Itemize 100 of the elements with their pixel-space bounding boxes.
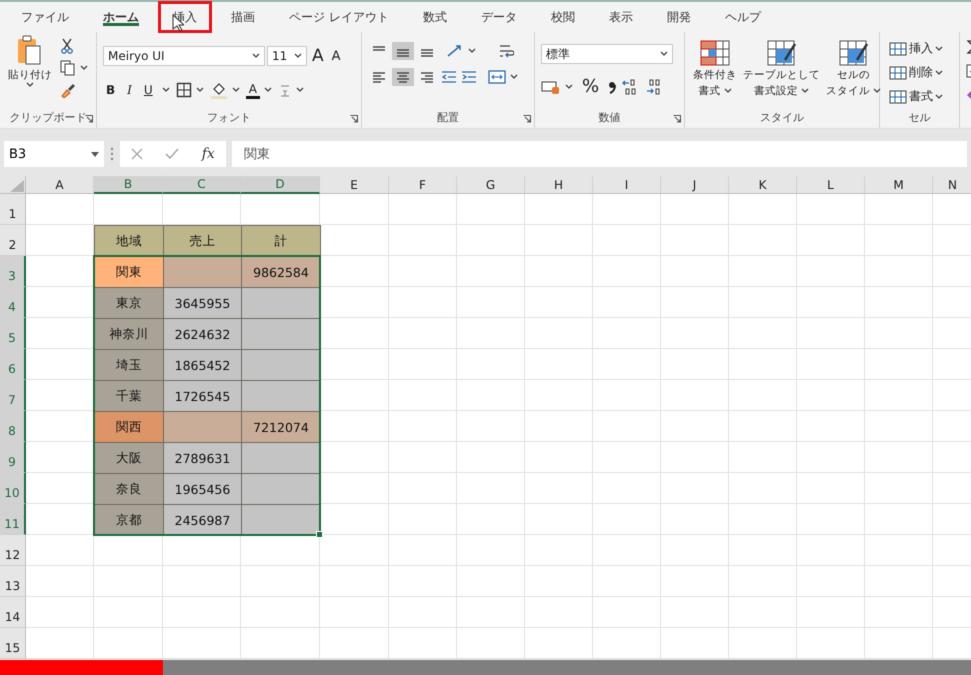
caret-icon — [232, 86, 240, 92]
table-cell: 9862584 — [241, 256, 321, 288]
italic-button[interactable]: I — [124, 80, 135, 98]
align-center-icon[interactable] — [392, 68, 414, 86]
column-header[interactable]: A — [26, 176, 94, 194]
caret-icon — [935, 70, 943, 76]
style-button[interactable]: 条件付き 書式 — [691, 40, 739, 108]
insert-function-button[interactable]: fx — [202, 146, 215, 162]
column-header[interactable]: C — [163, 176, 241, 194]
caret-icon — [935, 46, 943, 52]
increase-indent-icon[interactable] — [460, 70, 478, 84]
table-cell: 計 — [241, 225, 321, 257]
shrink-font-button[interactable]: A — [328, 46, 344, 66]
dropdown-icon[interactable] — [91, 152, 99, 156]
column-header[interactable]: J — [661, 176, 729, 194]
grow-font-button[interactable]: A — [309, 44, 327, 68]
row-header[interactable]: 13 — [0, 566, 26, 597]
decrease-indent-icon[interactable] — [440, 70, 458, 84]
percent-button[interactable]: % — [579, 74, 602, 99]
align-middle-icon[interactable] — [392, 42, 414, 60]
table-cell: 関東 — [94, 256, 164, 288]
dialog-launcher-icon[interactable] — [85, 115, 93, 123]
dialog-launcher-icon[interactable] — [350, 115, 358, 123]
row-header[interactable]: 9 — [0, 442, 26, 473]
caret-icon — [801, 88, 809, 94]
font-color-button[interactable]: A — [246, 80, 260, 99]
copy-icon[interactable] — [60, 60, 76, 76]
row-header[interactable]: 11 — [0, 504, 26, 535]
dialog-launcher-icon[interactable] — [523, 115, 531, 123]
caret-icon — [660, 51, 668, 57]
table-cell: 京都 — [94, 504, 164, 536]
caret-icon — [468, 48, 476, 54]
row-header[interactable]: 12 — [0, 535, 26, 566]
row-header[interactable]: 3 — [0, 256, 26, 287]
table-cell: 埼玉 — [94, 349, 164, 381]
caret-icon — [196, 86, 204, 92]
ribbon-tab[interactable]: 表示 — [594, 3, 648, 31]
underline-button[interactable]: U — [140, 80, 156, 98]
column-header[interactable]: G — [457, 176, 525, 194]
dialog-launcher-icon[interactable] — [673, 115, 681, 123]
column-header[interactable]: D — [241, 176, 320, 194]
column-header[interactable]: N — [933, 176, 971, 194]
merge-center-icon[interactable] — [488, 69, 506, 85]
table-cell: 神奈川 — [94, 318, 164, 350]
ribbon-tab[interactable]: ファイル — [6, 3, 84, 31]
ribbon-tab[interactable]: ページ レイアウト — [274, 3, 404, 31]
row-header[interactable]: 2 — [0, 225, 26, 256]
fill-handle[interactable] — [316, 531, 323, 538]
column-header[interactable]: H — [525, 176, 593, 194]
fill-color-icon[interactable] — [210, 80, 228, 98]
row-header[interactable]: 10 — [0, 473, 26, 504]
column-header[interactable]: B — [94, 176, 163, 194]
table-cell: 1965456 — [163, 473, 242, 505]
row-header[interactable]: 4 — [0, 287, 26, 318]
ribbon-tab[interactable]: データ — [466, 3, 532, 31]
border-icon[interactable] — [176, 82, 192, 98]
font-size-field[interactable]: 11 — [267, 46, 307, 66]
row-header[interactable]: 14 — [0, 597, 26, 628]
column-header[interactable]: I — [593, 176, 661, 194]
table-cell: 東京 — [94, 287, 164, 319]
style-button[interactable]: テーブルとして 書式設定 — [741, 40, 822, 108]
format-painter-icon[interactable] — [60, 82, 76, 98]
comma-style-icon[interactable] — [608, 80, 616, 94]
group-label: 配置 — [437, 110, 459, 126]
column-header[interactable]: F — [389, 176, 457, 194]
column-header[interactable]: L — [797, 176, 865, 194]
caret-icon — [26, 82, 34, 88]
cell-action-button[interactable]: 削除 — [886, 62, 953, 83]
number-format-field[interactable]: 標準 — [541, 44, 673, 64]
ribbon-tab[interactable]: ホーム — [88, 3, 154, 31]
ribbon-tab[interactable]: 校閲 — [536, 3, 590, 31]
ribbon-tab[interactable]: 描画 — [216, 3, 270, 31]
name-box[interactable]: B3 — [4, 141, 104, 167]
caret-icon — [510, 74, 518, 80]
row-header[interactable]: 15 — [0, 628, 26, 659]
formula-field[interactable]: 関東 — [232, 141, 967, 167]
font-name-field[interactable]: Meiryo UI — [103, 46, 265, 66]
table-brush-icon — [838, 40, 868, 66]
ribbon-tab[interactable]: 開発 — [652, 3, 706, 31]
row-header[interactable]: 6 — [0, 349, 26, 380]
orientation-icon[interactable] — [446, 43, 464, 59]
currency-icon[interactable] — [541, 78, 561, 94]
column-header[interactable]: K — [729, 176, 797, 194]
cut-icon[interactable] — [60, 38, 74, 54]
cell-action-button[interactable]: 挿入 — [886, 38, 953, 59]
row-header[interactable]: 8 — [0, 411, 26, 442]
table-cell: 地域 — [94, 225, 164, 257]
cell-action-button[interactable]: 書式 — [886, 86, 953, 107]
caret-icon — [252, 53, 260, 59]
bold-button[interactable]: B — [103, 80, 118, 98]
paste-button[interactable]: 貼り付け — [6, 34, 54, 108]
row-header[interactable]: 1 — [0, 194, 26, 225]
row-header[interactable]: 5 — [0, 318, 26, 349]
check-icon[interactable] — [165, 148, 180, 160]
row-header[interactable]: 7 — [0, 380, 26, 411]
ribbon-tab[interactable]: 数式 — [408, 3, 462, 31]
column-header[interactable]: E — [320, 176, 389, 194]
style-button[interactable]: セルの スタイル — [824, 40, 883, 108]
column-header[interactable]: M — [865, 176, 933, 194]
ribbon-tab[interactable]: ヘルプ — [710, 3, 776, 31]
